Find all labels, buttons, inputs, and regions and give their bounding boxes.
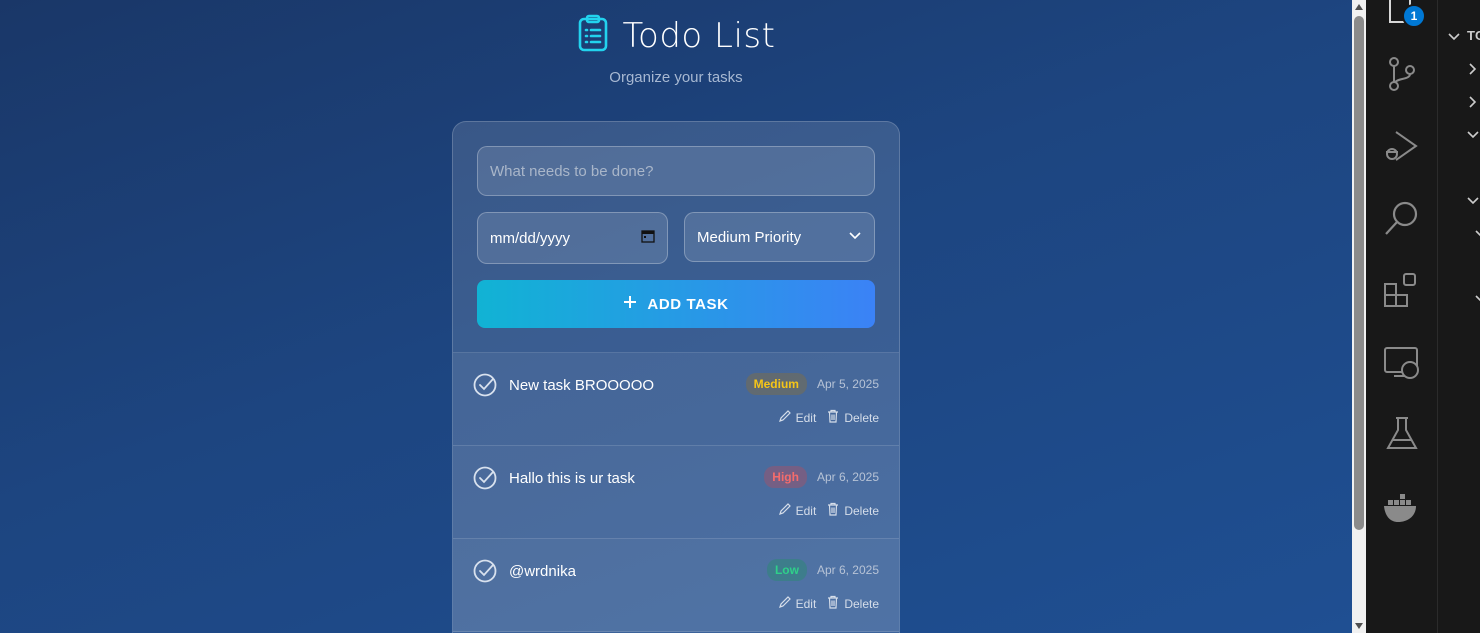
chevron-down-icon bbox=[848, 228, 862, 246]
testing-icon[interactable] bbox=[1382, 414, 1422, 454]
date-placeholder: mm/dd/yyyy bbox=[490, 229, 571, 247]
browser-viewport: Todo List Organize your tasks mm/dd/yyyy… bbox=[0, 0, 1352, 633]
task-item: @wrdnika Low Apr 6, 2025 Edit Delete bbox=[453, 539, 899, 632]
priority-badge: Low bbox=[766, 559, 807, 581]
docker-icon[interactable] bbox=[1382, 486, 1422, 526]
trash-icon bbox=[826, 409, 840, 426]
calendar-icon[interactable] bbox=[641, 229, 655, 247]
priority-select-value: Medium Priority bbox=[697, 228, 802, 246]
edit-button[interactable]: Edit bbox=[778, 502, 817, 519]
clipboard-list-icon bbox=[577, 14, 609, 57]
edit-label: Edit bbox=[795, 410, 817, 425]
task-item: New task BROOOOO Medium Apr 5, 2025 Edit… bbox=[453, 353, 899, 446]
app-header: Todo List Organize your tasks bbox=[0, 14, 1352, 86]
chevron-down-icon[interactable] bbox=[1447, 30, 1461, 49]
search-icon[interactable] bbox=[1382, 198, 1422, 238]
due-date-input[interactable]: mm/dd/yyyy bbox=[477, 212, 668, 264]
trash-icon bbox=[826, 595, 840, 612]
trash-icon bbox=[826, 502, 840, 519]
edit-label: Edit bbox=[795, 596, 817, 611]
delete-label: Delete bbox=[844, 410, 879, 425]
pencil-icon bbox=[778, 502, 792, 519]
page-subtitle: Organize your tasks bbox=[609, 69, 743, 86]
chevron-down-icon[interactable] bbox=[1474, 227, 1480, 246]
delete-button[interactable]: Delete bbox=[826, 409, 879, 426]
task-date: Apr 5, 2025 bbox=[816, 377, 879, 391]
task-text: Hallo this is ur task bbox=[509, 470, 635, 487]
task-text: New task BROOOOO bbox=[509, 377, 655, 394]
delete-label: Delete bbox=[844, 596, 879, 611]
page-title: Todo List bbox=[622, 15, 776, 56]
check-circle-icon[interactable] bbox=[473, 466, 497, 490]
todo-card: mm/dd/yyyy Medium Priority ADD TASK bbox=[452, 121, 900, 633]
task-item: Hallo this is ur task High Apr 6, 2025 E… bbox=[453, 446, 899, 539]
chevron-right-icon[interactable] bbox=[1466, 95, 1480, 114]
activity-bar bbox=[1366, 0, 1438, 633]
scroll-up-arrow-icon[interactable] bbox=[1355, 4, 1363, 10]
page-scrollbar[interactable] bbox=[1352, 0, 1366, 633]
chevron-down-icon[interactable] bbox=[1474, 292, 1480, 311]
source-control-icon[interactable] bbox=[1382, 54, 1422, 94]
chevron-down-icon[interactable] bbox=[1466, 194, 1480, 213]
check-circle-icon[interactable] bbox=[473, 559, 497, 583]
add-task-button[interactable]: ADD TASK bbox=[477, 280, 875, 328]
task-text: @wrdnika bbox=[509, 563, 576, 580]
scrollbar-thumb[interactable] bbox=[1354, 16, 1364, 530]
scroll-down-arrow-icon[interactable] bbox=[1355, 623, 1363, 629]
check-circle-icon[interactable] bbox=[473, 373, 497, 397]
priority-select[interactable]: Medium Priority bbox=[684, 212, 875, 262]
run-debug-icon[interactable] bbox=[1382, 126, 1422, 166]
explorer-panel: TC bbox=[1438, 0, 1480, 633]
edit-button[interactable]: Edit bbox=[778, 595, 817, 612]
task-date: Apr 6, 2025 bbox=[816, 563, 879, 577]
priority-badge: Medium bbox=[745, 373, 807, 395]
pencil-icon bbox=[778, 595, 792, 612]
pencil-icon bbox=[778, 409, 792, 426]
edit-button[interactable]: Edit bbox=[778, 409, 817, 426]
extensions-icon[interactable] bbox=[1382, 270, 1422, 310]
edit-label: Edit bbox=[795, 503, 817, 518]
notification-badge: 1 bbox=[1402, 4, 1426, 28]
task-list: New task BROOOOO Medium Apr 5, 2025 Edit… bbox=[453, 352, 899, 632]
delete-label: Delete bbox=[844, 503, 879, 518]
priority-badge: High bbox=[764, 466, 807, 488]
delete-button[interactable]: Delete bbox=[826, 502, 879, 519]
explorer-section-title: TC bbox=[1467, 28, 1480, 43]
task-date: Apr 6, 2025 bbox=[816, 470, 879, 484]
remote-explorer-icon[interactable] bbox=[1382, 342, 1422, 382]
task-input[interactable] bbox=[477, 146, 875, 196]
add-task-form: mm/dd/yyyy Medium Priority ADD TASK bbox=[453, 122, 899, 352]
chevron-right-icon[interactable] bbox=[1466, 62, 1480, 81]
plus-icon bbox=[623, 295, 637, 313]
delete-button[interactable]: Delete bbox=[826, 595, 879, 612]
chevron-down-icon[interactable] bbox=[1466, 128, 1480, 147]
add-task-label: ADD TASK bbox=[647, 295, 729, 313]
